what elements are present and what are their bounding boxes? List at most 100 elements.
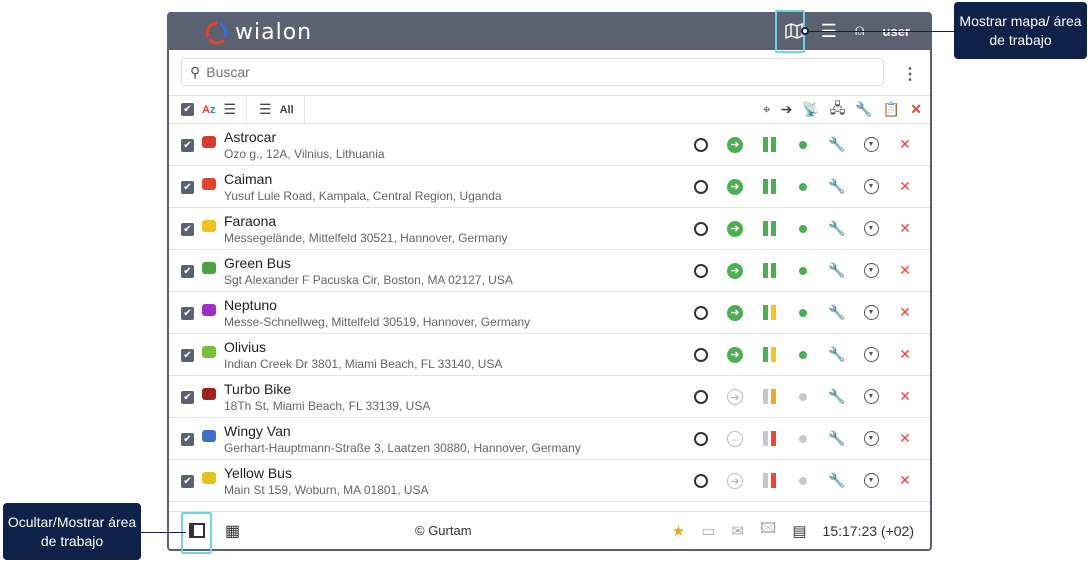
sort-az-icon[interactable]: Az [202,104,215,116]
locate-icon[interactable] [694,305,708,320]
delete-icon[interactable]: ✕ [888,304,922,321]
sensor-state-icon[interactable] [762,305,776,320]
search-input[interactable] [206,64,807,80]
favorites-star-icon[interactable]: ★ [672,522,685,540]
delete-icon[interactable]: ✕ [888,220,922,237]
locate-icon[interactable] [694,389,708,404]
sensor-state-icon[interactable] [762,431,776,446]
wrench-icon[interactable]: 🔧 [820,262,854,279]
unit-row[interactable]: ✔ Turbo Bike 18Th St, Miami Beach, FL 33… [169,376,930,418]
wrench-icon[interactable]: 🔧 [820,472,854,489]
delete-icon[interactable]: ✕ [888,136,922,153]
wrench-icon[interactable]: 🔧 [820,304,854,321]
locate-header-icon[interactable]: ⌖ [763,101,771,118]
commands-icon[interactable]: ▼ [863,137,879,152]
sensor-state-icon[interactable] [762,473,776,488]
wrench-icon[interactable]: 🔧 [820,220,854,237]
delete-icon[interactable]: ✕ [888,472,922,489]
unit-checkbox[interactable]: ✔ [181,181,194,194]
unit-row[interactable]: ✔ Faraona Messegelände, Mittelfeld 30521… [169,208,930,250]
sensor-state-icon[interactable] [762,347,776,362]
list-icon[interactable]: ☰ [223,101,236,118]
locate-icon[interactable] [694,431,708,446]
wrench-header-icon[interactable]: 🔧 [855,101,872,118]
unit-name[interactable]: Turbo Bike [224,381,291,397]
commands-icon[interactable]: ▼ [863,431,879,446]
search-field[interactable]: ⚲ [181,58,884,86]
locate-icon[interactable] [694,179,708,194]
billing-icon[interactable]: ▭ [701,522,715,540]
unit-row[interactable]: ✔ Yellow Bus Main St 159, Woburn, MA 018… [169,460,930,502]
moving-icon[interactable]: ➔ [727,346,743,363]
gallery-icon[interactable]: 🖾 [760,518,776,543]
locate-icon[interactable] [694,263,708,278]
unit-name[interactable]: Olivius [224,339,266,355]
unit-name[interactable]: Neptuno [224,297,277,313]
delete-icon[interactable]: ✕ [888,430,922,447]
unit-row[interactable]: ✔ Olivius Indian Creek Dr 3801, Miami Be… [169,334,930,376]
commands-icon[interactable]: ▼ [863,347,879,362]
stopped-icon[interactable]: – [727,430,743,447]
wrench-icon[interactable]: 🔧 [820,178,854,195]
commands-icon[interactable]: ▼ [863,221,879,236]
layout-icon[interactable]: ▤ [792,522,806,540]
logo[interactable]: wialon [205,20,312,45]
unit-checkbox[interactable]: ✔ [181,391,194,404]
commands-icon[interactable]: ▼ [863,389,879,404]
sensor-state-icon[interactable] [762,221,776,236]
unit-name[interactable]: Yellow Bus [224,465,292,481]
sensor-state-icon[interactable] [762,137,776,152]
locate-icon[interactable] [694,347,708,362]
motion-header-icon[interactable]: ➔ [781,101,793,118]
locate-icon[interactable] [694,473,708,488]
sensor-state-icon[interactable] [762,263,776,278]
more-options-icon[interactable]: ⋮ [902,64,918,84]
unit-checkbox[interactable]: ✔ [181,475,194,488]
unit-row[interactable]: ✔ Green Bus Sgt Alexander F Pacuska Cir,… [169,250,930,292]
delete-icon[interactable]: ✕ [888,262,922,279]
unit-checkbox[interactable]: ✔ [181,223,194,236]
unit-name[interactable]: Green Bus [224,255,291,271]
add-to-list-icon[interactable]: ☰ [259,101,272,118]
unit-row[interactable]: ✔ Astrocar Ozo g., 12A, Vilnius, Lithuan… [169,124,930,166]
delete-header-icon[interactable]: ✕ [910,101,922,118]
commands-icon[interactable]: ▼ [863,179,879,194]
unit-name[interactable]: Caiman [224,171,272,187]
moving-icon[interactable]: ➔ [727,262,743,279]
commands-icon[interactable]: ▼ [863,473,879,488]
unit-row[interactable]: ✔ Caiman Yusuf Lule Road, Kampala, Centr… [169,166,930,208]
unit-checkbox[interactable]: ✔ [181,139,194,152]
idle-icon[interactable]: ➔ [727,472,743,489]
unit-checkbox[interactable]: ✔ [181,265,194,278]
sensor-state-icon[interactable] [762,389,776,404]
clipboard-header-icon[interactable]: 📋 [883,101,900,118]
moving-icon[interactable]: ➔ [727,136,743,153]
delete-icon[interactable]: ✕ [888,178,922,195]
unit-name[interactable]: Faraona [224,213,276,229]
sensor-state-icon[interactable] [762,179,776,194]
unit-row[interactable]: ✔ Wingy Van Gerhart-Hauptmann-Straße 3, … [169,418,930,460]
wrench-icon[interactable]: 🔧 [820,430,854,447]
network-header-icon[interactable]: 🖧 [830,98,846,122]
moving-icon[interactable]: ➔ [727,178,743,195]
moving-icon[interactable]: ➔ [727,304,743,321]
delete-icon[interactable]: ✕ [888,388,922,405]
unit-checkbox[interactable]: ✔ [181,307,194,320]
messages-icon[interactable]: ✉ [731,522,744,540]
locate-icon[interactable] [694,137,708,152]
unit-name[interactable]: Astrocar [224,129,276,145]
unit-checkbox[interactable]: ✔ [181,433,194,446]
idle-icon[interactable]: ➔ [727,388,743,405]
unit-checkbox[interactable]: ✔ [181,349,194,362]
add-all-icon[interactable]: All [280,104,294,116]
apps-grid-icon[interactable]: ▦ [225,521,240,541]
moving-icon[interactable]: ➔ [727,220,743,237]
select-all-checkbox[interactable]: ✔ [181,103,194,116]
unit-name[interactable]: Wingy Van [224,423,291,439]
wrench-icon[interactable]: 🔧 [820,136,854,153]
commands-icon[interactable]: ▼ [863,263,879,278]
unit-row[interactable]: ✔ Neptuno Messe-Schnellweg, Mittelfeld 3… [169,292,930,334]
commands-icon[interactable]: ▼ [863,305,879,320]
wrench-icon[interactable]: 🔧 [820,388,854,405]
locate-icon[interactable] [694,221,708,236]
